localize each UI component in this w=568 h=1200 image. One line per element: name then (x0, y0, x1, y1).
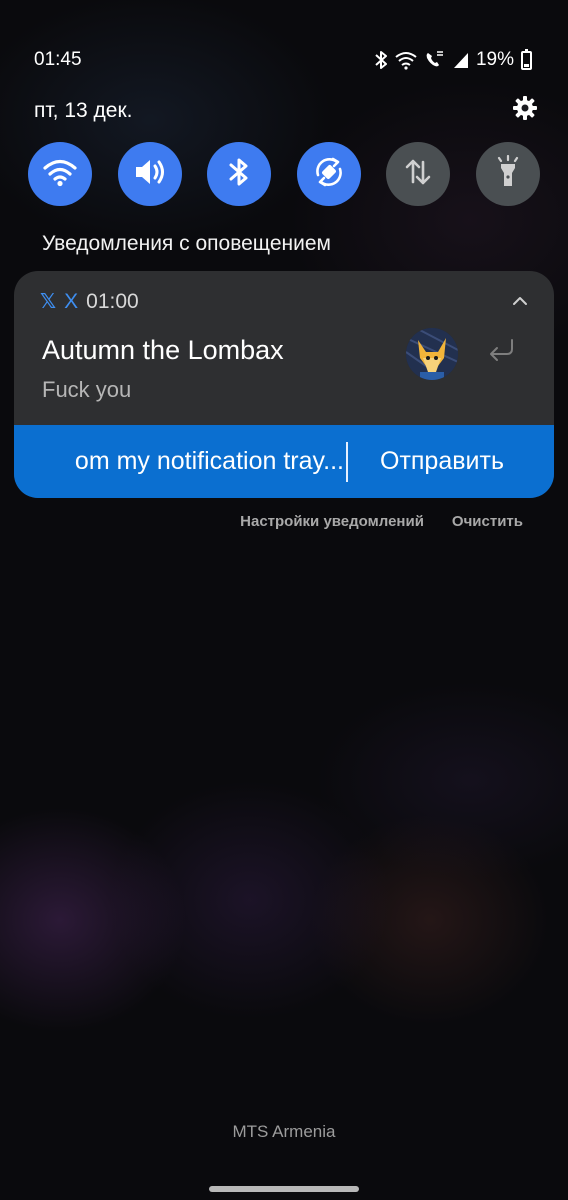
date-row: пт, 13 дек. (34, 96, 538, 126)
battery-percent: 19% (475, 49, 514, 70)
date-label[interactable]: пт, 13 дек. (34, 99, 132, 123)
avatar (406, 328, 458, 380)
bluetooth-toggle[interactable] (207, 142, 272, 206)
notification-app-name: X (64, 289, 79, 313)
status-icons: 19% (374, 48, 532, 71)
status-bar: 01:45 19% (34, 46, 532, 74)
mobile-data-toggle[interactable] (386, 142, 451, 206)
reply-input[interactable]: om my notification tray... (14, 425, 346, 498)
wifi-toggle[interactable] (28, 142, 92, 206)
bluetooth-icon (374, 50, 388, 70)
battery-icon (521, 48, 532, 70)
battery-fill (524, 63, 529, 67)
chevron-up-icon[interactable] (512, 293, 528, 311)
notification-time: 01:00 (86, 289, 139, 313)
notification-actions: Настройки уведомлений Очистить (240, 513, 523, 530)
quick-toggles (28, 142, 540, 206)
volte-call-icon (424, 50, 446, 70)
reply-icon[interactable] (484, 337, 518, 370)
status-time: 01:45 (34, 49, 82, 70)
flashlight-toggle[interactable] (475, 142, 540, 206)
notification-title: Autumn the Lombax (42, 335, 284, 365)
flashlight-icon (493, 154, 523, 194)
reply-bar: om my notification tray... Отправить (14, 425, 554, 498)
section-title: Уведомления с оповещением (42, 232, 331, 255)
bluetooth-toggle-icon (227, 156, 251, 193)
data-arrows-icon (402, 156, 434, 193)
settings-gear-icon[interactable] (512, 95, 538, 127)
wifi-icon (395, 50, 417, 70)
send-button[interactable]: Отправить (380, 425, 504, 498)
notification-card[interactable]: 𝕏 X 01:00 Autumn the Lombax Fuck you om … (14, 271, 554, 498)
speaker-icon (132, 157, 168, 192)
wifi-toggle-icon (42, 157, 78, 192)
text-cursor (346, 442, 348, 482)
home-indicator[interactable] (209, 1186, 359, 1192)
x-app-icon: 𝕏 (40, 291, 57, 313)
auto-rotate-toggle[interactable] (296, 142, 361, 206)
auto-rotate-icon (312, 155, 346, 194)
notification-body: Fuck you (42, 377, 132, 402)
notification-settings-button[interactable]: Настройки уведомлений (240, 513, 424, 530)
notification-header: 𝕏 X 01:00 (40, 289, 139, 314)
clear-button[interactable]: Очистить (452, 513, 523, 530)
sound-toggle[interactable] (117, 142, 182, 206)
carrier-label: MTS Armenia (232, 1122, 336, 1141)
signal-icon (453, 50, 469, 70)
